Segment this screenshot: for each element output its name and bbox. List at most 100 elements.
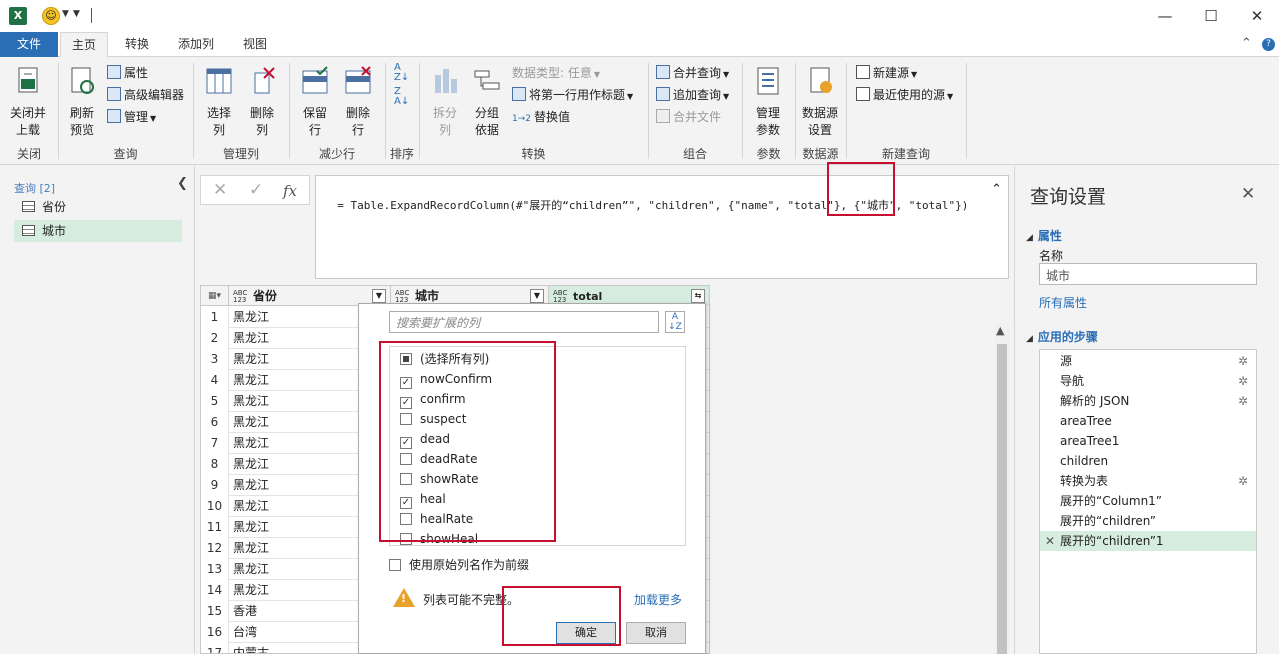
split-column-button[interactable]: 拆分 列 [426, 65, 464, 139]
help-icon[interactable]: ? [1262, 38, 1275, 51]
close-and-load-button[interactable]: 关闭并 上载 [6, 65, 50, 139]
confirm-formula-icon[interactable]: ✓ [249, 180, 263, 200]
fx-icon[interactable]: fx [283, 182, 297, 200]
province-cell[interactable]: 黑龙江 [233, 370, 269, 391]
applied-step-item[interactable]: areaTree [1040, 411, 1256, 431]
checkbox[interactable] [389, 559, 401, 571]
formula-bar[interactable]: = Table.ExpandRecordColumn(#"展开的“childre… [315, 175, 1009, 279]
province-cell[interactable]: 黑龙江 [233, 496, 269, 517]
province-cell[interactable]: 香港 [233, 601, 257, 622]
delete-step-icon[interactable]: ✕ [1045, 531, 1055, 551]
applied-step-item[interactable]: 展开的“Column1” [1040, 491, 1256, 511]
applied-step-item[interactable]: 导航 ✲ [1040, 371, 1256, 391]
province-cell[interactable]: 黑龙江 [233, 580, 269, 601]
all-properties-link[interactable]: 所有属性 [1039, 294, 1087, 311]
maximize-button[interactable]: ☐ [1196, 4, 1226, 28]
collapse-ribbon-icon[interactable]: ⌃ [1241, 36, 1252, 51]
applied-step-item[interactable]: areaTree1 [1040, 431, 1256, 451]
keep-rows-button[interactable]: 保留 行 [296, 65, 334, 139]
merge-queries-button[interactable]: 合并查询 ▼ [656, 63, 729, 83]
expand-formula-icon[interactable]: ⌃ [991, 182, 1002, 197]
manage-parameters-button[interactable]: 管理 参数 [748, 65, 788, 139]
province-cell[interactable]: 黑龙江 [233, 307, 269, 328]
tab-file[interactable]: 文件 [0, 32, 58, 57]
close-settings-icon[interactable]: ✕ [1241, 184, 1255, 204]
tab-home[interactable]: 主页 [60, 32, 108, 58]
gear-icon[interactable]: ✲ [1238, 391, 1248, 411]
new-source-button[interactable]: 新建源 ▼ [856, 63, 917, 83]
data-source-settings-button[interactable]: 数据源 设置 [799, 65, 841, 139]
remove-columns-button[interactable]: 删除 列 [243, 65, 281, 139]
expand-column-icon[interactable]: ⇆ [691, 289, 705, 303]
properties-section[interactable]: ◢ 属性 [1026, 227, 1062, 244]
province-cell[interactable]: 黑龙江 [233, 412, 269, 433]
province-cell[interactable]: 黑龙江 [233, 433, 269, 454]
applied-step-item[interactable]: 转换为表 ✲ [1040, 471, 1256, 491]
applied-step-item[interactable]: 展开的“children” [1040, 511, 1256, 531]
scroll-up-icon[interactable]: ▲ [996, 324, 1004, 337]
tab-view[interactable]: 视图 [232, 32, 278, 57]
tab-transform[interactable]: 转换 [114, 32, 160, 57]
step-label: areaTree1 [1060, 434, 1120, 448]
gear-icon[interactable]: ✲ [1238, 471, 1248, 491]
properties-button[interactable]: 属性 [107, 63, 148, 83]
applied-steps-section[interactable]: ◢ 应用的步骤 [1026, 328, 1098, 345]
step-label: 导航 [1060, 374, 1085, 388]
minimize-button[interactable]: — [1150, 4, 1180, 28]
properties-icon [107, 65, 121, 79]
province-cell[interactable]: 黑龙江 [233, 517, 269, 538]
cancel-formula-icon[interactable]: ✕ [213, 180, 227, 200]
query-item-province[interactable]: 省份 [14, 196, 182, 218]
sort-az-icon[interactable]: A ↓Z [665, 311, 685, 333]
scrollbar-thumb[interactable] [997, 344, 1007, 654]
combine-files-button[interactable]: 合并文件 [656, 107, 721, 127]
table-menu-icon[interactable]: ▦▾ [201, 286, 229, 306]
replace-values-button[interactable]: 1→2 替换值 [512, 107, 570, 127]
sort-ascending-button[interactable]: A Z↓ [394, 63, 409, 83]
search-columns-input[interactable]: 搜索要扩展的列 [389, 311, 659, 333]
choose-columns-button[interactable]: 选择 列 [200, 65, 238, 139]
province-cell[interactable]: 黑龙江 [233, 391, 269, 412]
customize-quick-access-icon[interactable]: ▼ [73, 9, 80, 19]
remove-rows-button[interactable]: 删除 行 [339, 65, 377, 139]
province-cell[interactable]: 黑龙江 [233, 559, 269, 580]
filter-dropdown-icon[interactable]: ▼ [530, 289, 544, 303]
append-queries-icon [656, 87, 670, 101]
feedback-dropdown-icon[interactable]: ▼ [62, 9, 69, 19]
province-cell[interactable]: 台湾 [233, 622, 257, 643]
advanced-editor-button[interactable]: 高级编辑器 [107, 85, 184, 105]
row-number: 1 [201, 307, 229, 328]
applied-step-item[interactable]: 源 ✲ [1040, 351, 1256, 371]
province-cell[interactable]: 黑龙江 [233, 475, 269, 496]
gear-icon[interactable]: ✲ [1238, 351, 1248, 371]
gear-icon[interactable]: ✲ [1238, 371, 1248, 391]
province-cell[interactable]: 黑龙江 [233, 328, 269, 349]
applied-step-item[interactable]: 解析的 JSON ✲ [1040, 391, 1256, 411]
cancel-button[interactable]: 取消 [626, 622, 686, 644]
applied-step-item[interactable]: children [1040, 451, 1256, 471]
province-cell[interactable]: 黑龙江 [233, 454, 269, 475]
sort-descending-button[interactable]: Z A↓ [394, 87, 409, 107]
close-window-button[interactable]: ✕ [1242, 4, 1272, 28]
query-item-city[interactable]: 城市 [14, 220, 182, 242]
collapse-pane-icon[interactable]: ❮ [177, 176, 188, 191]
manage-button[interactable]: 管理 ▼ [107, 107, 156, 127]
properties-label: 属性 [124, 66, 149, 80]
append-queries-button[interactable]: 追加查询 ▼ [656, 85, 729, 105]
refresh-preview-button[interactable]: 刷新 预览 [62, 65, 102, 139]
province-cell[interactable]: 黑龙江 [233, 349, 269, 370]
tab-add-column[interactable]: 添加列 [168, 32, 224, 57]
load-more-link[interactable]: 加载更多 [634, 591, 682, 608]
use-prefix-checkbox[interactable]: 使用原始列名作为前缀 [389, 556, 529, 573]
query-name-input[interactable]: 城市 [1039, 263, 1257, 285]
recent-sources-button[interactable]: 最近使用的源 ▼ [856, 85, 953, 105]
group-by-button[interactable]: 分组 依据 [468, 65, 506, 139]
use-first-row-header-button[interactable]: 将第一行用作标题 ▼ [512, 85, 633, 105]
grid-vertical-scrollbar[interactable]: ▲ [995, 322, 1009, 654]
data-type-dropdown[interactable]: 数据类型: 任意 ▼ [512, 63, 600, 83]
province-cell[interactable]: 黑龙江 [233, 538, 269, 559]
smiley-feedback-icon[interactable]: ☺ [42, 7, 60, 25]
filter-dropdown-icon[interactable]: ▼ [372, 289, 386, 303]
applied-step-item[interactable]: ✕ 展开的“children”1 [1040, 531, 1256, 551]
province-cell[interactable]: 内蒙古 [233, 643, 269, 653]
